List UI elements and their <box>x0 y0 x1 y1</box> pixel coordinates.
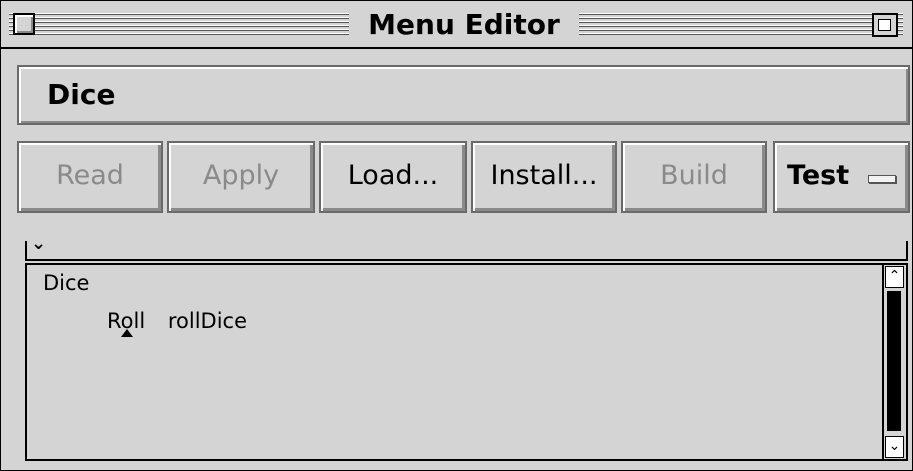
popup-indicator-icon <box>868 175 896 183</box>
close-box-icon[interactable] <box>13 13 35 35</box>
menu-name-field[interactable]: Dice <box>17 65 910 125</box>
outline-item-label: Roll <box>107 309 152 337</box>
scroll-thumb[interactable] <box>887 291 901 431</box>
chevron-down-icon[interactable]: ⌄ <box>31 233 46 254</box>
read-button[interactable]: Read <box>17 141 163 213</box>
triangle-up-icon <box>121 329 133 337</box>
outline-item-row[interactable]: Roll rollDice <box>107 309 248 337</box>
menu-editor-window: Menu Editor Dice Read Apply Load... Inst… <box>0 0 913 471</box>
load-button[interactable]: Load... <box>319 141 467 213</box>
build-button[interactable]: Build <box>621 141 767 213</box>
title-bar[interactable]: Menu Editor <box>1 1 912 49</box>
outline-header: ⌄ <box>25 233 908 261</box>
test-popup-button[interactable]: Test <box>773 141 910 213</box>
apply-button[interactable]: Apply <box>167 141 315 213</box>
outline-menu-title[interactable]: Dice <box>43 271 89 295</box>
menu-outline-view[interactable]: Dice Roll rollDice ⌃ ⌄ <box>25 263 908 461</box>
test-popup-label: Test <box>787 160 850 191</box>
scroll-down-arrow-icon[interactable]: ⌄ <box>885 436 904 458</box>
install-button[interactable]: Install... <box>471 141 617 213</box>
vertical-scrollbar[interactable]: ⌃ ⌄ <box>882 265 906 459</box>
title-stripes-right <box>579 13 903 37</box>
title-stripes-left <box>9 13 349 37</box>
scroll-up-arrow-icon[interactable]: ⌃ <box>885 266 904 288</box>
outline-content: Dice Roll rollDice <box>27 265 877 459</box>
zoom-box-icon[interactable] <box>872 13 898 37</box>
outline-item-action: rollDice <box>167 309 248 333</box>
zoom-box-inner <box>878 19 891 31</box>
window-title: Menu Editor <box>351 9 577 41</box>
